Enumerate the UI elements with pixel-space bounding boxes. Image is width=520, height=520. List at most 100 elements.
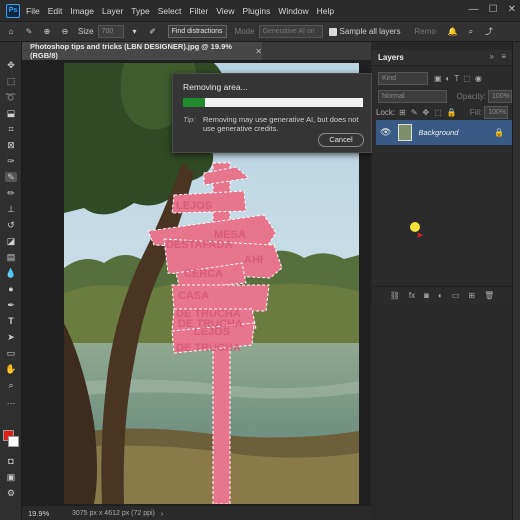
fill-label: Fill: <box>469 107 483 117</box>
close-icon[interactable]: ✕ <box>508 4 516 15</box>
path-select-tool-icon[interactable]: ➤ <box>5 332 17 342</box>
menu-image[interactable]: Image <box>70 6 94 16</box>
bell-icon[interactable]: 🔔 <box>446 25 460 39</box>
hand-tool-icon[interactable]: ✋ <box>5 364 17 374</box>
find-distractions-button[interactable]: Find distractions <box>167 25 227 38</box>
remove-tool-icon[interactable]: ✎ <box>22 25 36 39</box>
dodge-tool-icon[interactable]: ● <box>5 284 17 294</box>
menu-plugins[interactable]: Plugins <box>242 6 270 16</box>
adjustment-layer-icon[interactable]: ◐ <box>438 291 443 300</box>
panel-menu-icon[interactable]: ≡ <box>501 52 506 61</box>
fx-icon[interactable]: fx <box>409 291 415 300</box>
screen-mode-icon[interactable]: ▣ <box>5 472 17 482</box>
lock-icons[interactable]: ⊞✎✥⬚🔒 <box>399 108 462 117</box>
eyedropper-tool-icon[interactable]: ✑ <box>5 156 17 166</box>
filter-icons[interactable]: ▣◐T⬚◉ <box>434 74 486 83</box>
menu-select[interactable]: Select <box>158 6 182 16</box>
document-tab[interactable]: Photoshop tips and tricks (LBN DESIGNER)… <box>22 42 262 60</box>
blur-tool-icon[interactable]: 💧 <box>5 268 17 278</box>
removing-area-dialog: Removing area... Tip: Removing may use g… <box>172 73 372 153</box>
layer-thumbnail <box>398 124 413 141</box>
gradient-tool-icon[interactable]: ▤ <box>5 252 17 262</box>
move-tool-icon[interactable]: ✥ <box>5 60 17 70</box>
quick-mask-icon[interactable]: ◘ <box>5 456 17 466</box>
size-label: Size <box>78 27 94 36</box>
add-brush-icon[interactable]: ⊕ <box>40 25 54 39</box>
layer-row-background[interactable]: 👁 Background 🔒 <box>376 120 512 145</box>
tip-text: Removing may use generative AI, but does… <box>203 115 359 133</box>
tab-layers[interactable]: Layers <box>378 53 404 62</box>
sign-text: AHI <box>244 254 263 266</box>
type-tool-icon[interactable]: T <box>5 316 17 326</box>
maximize-icon[interactable]: ☐ <box>489 4 498 15</box>
zoom-tool-icon[interactable]: ⌕ <box>5 380 17 390</box>
tip-label: Tip: <box>183 115 196 124</box>
eraser-tool-icon[interactable]: ◪ <box>5 236 17 246</box>
new-layer-icon[interactable]: ⊞ <box>468 291 475 300</box>
more-tools-icon[interactable]: … <box>5 396 17 406</box>
blend-mode-select[interactable]: Normal <box>378 89 447 103</box>
opacity-label: Opacity: <box>456 91 486 101</box>
background-color-swatch[interactable] <box>8 436 19 447</box>
cursor-pointer-icon: ➤ <box>416 230 424 240</box>
crop-tool-icon[interactable]: ⌗ <box>5 124 17 134</box>
link-layers-icon[interactable]: ⛓ <box>390 291 400 300</box>
menu-type[interactable]: Type <box>131 6 149 16</box>
zoom-level[interactable]: 19.9% <box>28 509 70 518</box>
menu-view[interactable]: View <box>216 6 234 16</box>
filter-kind-select[interactable]: Kind <box>378 71 428 85</box>
minimize-icon[interactable]: — <box>469 4 479 15</box>
menu-filter[interactable]: Filter <box>189 6 208 16</box>
close-tab-icon[interactable]: ✕ <box>255 47 262 56</box>
tools-panel: ✥ ⬚ ➰ ⬓ ⌗ ⊠ ✑ ✎ ✏ ⊥ ↺ ◪ ▤ 💧 ● ✒ T ➤ ▭ ✋ … <box>0 42 22 520</box>
mode-select[interactable]: Generative AI on <box>258 25 323 38</box>
sign-text: DE TRUCHA <box>176 342 241 354</box>
menu-window[interactable]: Window <box>278 6 308 16</box>
lasso-tool-icon[interactable]: ➰ <box>5 92 17 102</box>
opacity-input[interactable]: 100% <box>488 89 512 103</box>
clone-stamp-tool-icon[interactable]: ⊥ <box>5 204 17 214</box>
mode-label: Mode <box>234 27 255 36</box>
menu-help[interactable]: Help <box>317 6 334 16</box>
remove-tool-icon[interactable]: ✎ <box>5 172 17 182</box>
photoshop-logo: Ps <box>6 3 20 18</box>
sample-all-layers-checkbox[interactable] <box>328 27 337 36</box>
sign-text: CASA <box>178 290 209 302</box>
rectangle-tool-icon[interactable]: ▭ <box>5 348 17 358</box>
quick-actions-icon[interactable]: ⚙ <box>5 488 17 498</box>
history-brush-tool-icon[interactable]: ↺ <box>5 220 17 230</box>
chevron-down-icon[interactable]: ▾ <box>128 25 142 39</box>
size-input[interactable]: 700 <box>97 25 124 38</box>
sample-all-layers-label: Sample all layers <box>339 27 401 36</box>
collapse-icon[interactable]: » <box>490 52 494 61</box>
right-panel-strip <box>512 42 520 520</box>
menu-layer[interactable]: Layer <box>102 6 123 16</box>
options-bar: ⌂ ✎ ⊕ ⊖ Size 700 ▾ ✐ Find distractions M… <box>0 22 520 42</box>
remove-label[interactable]: Remo <box>414 27 435 36</box>
search-icon[interactable]: ⌕ <box>464 25 478 39</box>
brush-settings-icon[interactable]: ✐ <box>146 25 160 39</box>
marquee-tool-icon[interactable]: ⬚ <box>5 76 17 86</box>
share-icon[interactable]: ⤴ <box>482 25 496 39</box>
subtract-brush-icon[interactable]: ⊖ <box>58 25 72 39</box>
lock-icon: 🔒 <box>494 128 504 137</box>
frame-tool-icon[interactable]: ⊠ <box>5 140 17 150</box>
menu-edit[interactable]: Edit <box>48 6 63 16</box>
sign-text: DESTAFADA <box>166 239 232 251</box>
layer-name[interactable]: Background <box>418 128 458 137</box>
sign-text: LEJOS <box>176 200 212 212</box>
fill-input[interactable]: 100% <box>484 105 509 119</box>
add-mask-icon[interactable]: ◙ <box>424 291 429 300</box>
pen-tool-icon[interactable]: ✒ <box>5 300 17 310</box>
chevron-right-icon[interactable]: › <box>161 509 164 518</box>
object-select-tool-icon[interactable]: ⬓ <box>5 108 17 118</box>
document-tab-title: Photoshop tips and tricks (LBN DESIGNER)… <box>30 42 232 60</box>
menu-file[interactable]: File <box>26 6 40 16</box>
document-dimensions: 3075 px x 4612 px (72 ppi) <box>72 509 155 517</box>
brush-tool-icon[interactable]: ✏ <box>5 188 17 198</box>
eye-icon[interactable]: 👁 <box>380 127 391 138</box>
group-folder-icon[interactable]: ▭ <box>452 291 460 300</box>
delete-layer-icon[interactable]: 🗑 <box>484 291 494 300</box>
home-icon[interactable]: ⌂ <box>4 25 18 39</box>
cancel-button[interactable]: Cancel <box>318 133 364 147</box>
